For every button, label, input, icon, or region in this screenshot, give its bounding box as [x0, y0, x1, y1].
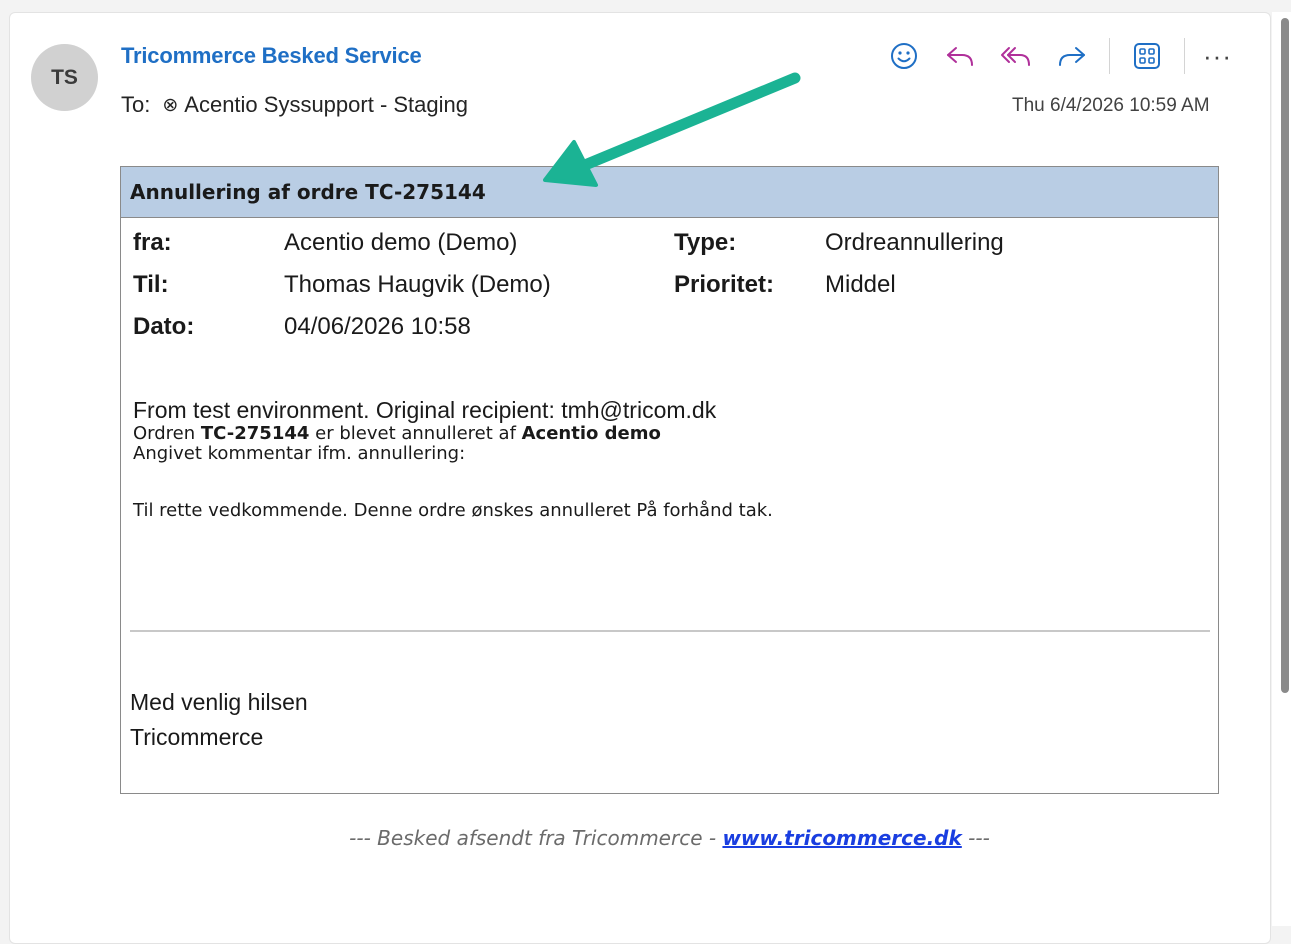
- footer-prefix: --- Besked afsendt fra Tricommerce -: [349, 826, 723, 850]
- priority-label: Prioritet:: [674, 271, 775, 298]
- reply-all-icon: [1001, 47, 1030, 66]
- reply-button[interactable]: [941, 37, 979, 75]
- from-label: fra:: [133, 229, 172, 256]
- order-number: TC-275144: [200, 423, 310, 444]
- cancellation-line-pre: Ordren: [133, 423, 201, 444]
- reply-icon: [947, 47, 973, 66]
- to-field-label: Til:: [133, 271, 169, 298]
- signoff: Med venlig hilsen Tricommerce: [130, 685, 308, 755]
- forward-icon: [1059, 47, 1085, 66]
- cancelled-by: Acentio demo: [521, 423, 661, 444]
- intro-text: From test environment. Original recipien…: [133, 397, 717, 423]
- toolbar-divider: [1184, 38, 1185, 74]
- cancellation-line: Ordren TC-275144 er blevet annulleret af…: [133, 424, 716, 444]
- sender-name[interactable]: Tricommerce Besked Service: [121, 43, 422, 69]
- emoji-button[interactable]: [885, 37, 923, 75]
- emoji-icon: [891, 43, 917, 69]
- comment-label: Angivet kommentar ifm. annullering:: [133, 443, 466, 464]
- apps-button[interactable]: [1128, 37, 1166, 75]
- scrollbar-thumb[interactable]: [1281, 18, 1289, 693]
- footer-text: --- Besked afsendt fra Tricommerce - www…: [0, 826, 1291, 850]
- to-label: To:: [121, 92, 151, 117]
- to-recipient[interactable]: Acentio Syssupport - Staging: [184, 92, 468, 118]
- cancellation-comment: Til rette vedkommende. Denne ordre ønske…: [133, 500, 773, 521]
- to-field-value: Thomas Haugvik (Demo): [284, 271, 551, 298]
- type-value: Ordreannullering: [825, 229, 1004, 256]
- message-metadata: fra: Acentio demo (Demo) Type: Ordreannu…: [133, 229, 1213, 355]
- remove-recipient-icon[interactable]: ⊗: [162, 94, 178, 117]
- message-toolbar: ···: [885, 36, 1232, 76]
- date-value: 04/06/2026 10:58: [284, 313, 471, 340]
- toolbar-divider: [1109, 38, 1110, 74]
- type-label: Type:: [674, 229, 737, 256]
- avatar-initials: TS: [51, 65, 78, 89]
- apps-icon: [1134, 43, 1160, 69]
- footer-link[interactable]: www.tricommerce.dk: [722, 826, 961, 850]
- message-body-box: Annullering af ordre TC-275144 fra: Acen…: [120, 166, 1219, 794]
- date-label: Dato:: [133, 313, 195, 340]
- cancellation-line-mid: er blevet annulleret af: [309, 423, 522, 444]
- recipient-line: To: ⊗ Acentio Syssupport - Staging: [121, 92, 468, 118]
- forward-button[interactable]: [1053, 37, 1091, 75]
- message-content: From test environment. Original recipien…: [133, 396, 716, 464]
- priority-value: Middel: [825, 271, 896, 298]
- divider: [130, 630, 1210, 632]
- reply-all-button[interactable]: [997, 37, 1035, 75]
- signoff-greeting: Med venlig hilsen: [130, 689, 308, 715]
- signoff-company: Tricommerce: [130, 724, 264, 750]
- footer-suffix: ---: [961, 826, 990, 850]
- message-subject-header: Annullering af ordre TC-275144: [121, 167, 1218, 218]
- from-value: Acentio demo (Demo): [284, 229, 518, 256]
- received-date: Thu 6/4/2026 10:59 AM: [1012, 95, 1210, 116]
- sender-avatar[interactable]: TS: [31, 44, 98, 111]
- more-icon[interactable]: ···: [1203, 43, 1232, 69]
